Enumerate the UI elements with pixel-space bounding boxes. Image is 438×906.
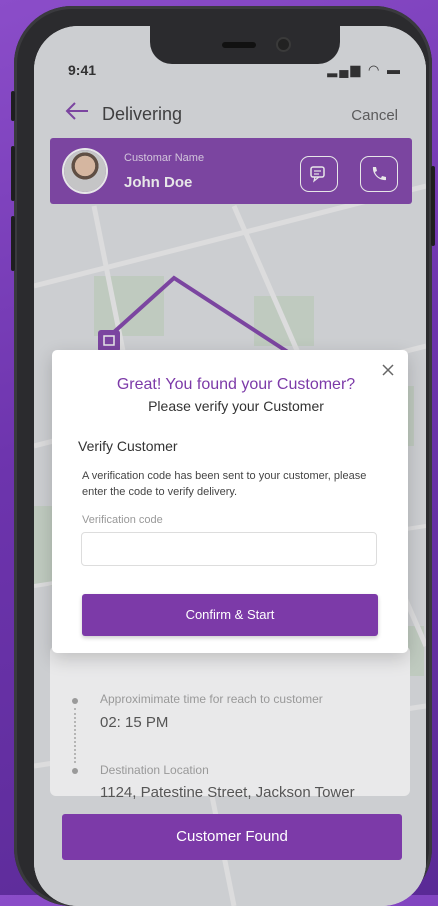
customer-found-button[interactable]: Customer Found bbox=[62, 814, 402, 860]
verify-message: A verification code has been sent to you… bbox=[82, 470, 367, 498]
front-camera bbox=[278, 39, 289, 50]
verification-code-label: Verification code bbox=[82, 514, 163, 526]
verify-section-title: Verify Customer bbox=[78, 438, 178, 454]
phone-side-button bbox=[11, 91, 15, 121]
phone-side-button bbox=[431, 166, 435, 246]
modal-subtitle: Please verify your Customer bbox=[148, 398, 324, 414]
eta-value: 02: 15 PM bbox=[100, 714, 169, 731]
speaker-grill bbox=[222, 42, 256, 48]
eta-label: Approximimate time for reach to customer bbox=[100, 692, 323, 706]
phone-side-button bbox=[11, 146, 15, 201]
verify-customer-modal: Great! You found your Customer? Please v… bbox=[52, 350, 408, 653]
close-icon[interactable] bbox=[382, 364, 394, 376]
destination-label: Destination Location bbox=[100, 763, 209, 777]
verification-code-input[interactable] bbox=[81, 532, 377, 566]
phone-notch bbox=[150, 26, 340, 64]
phone-side-button bbox=[11, 216, 15, 271]
modal-title: Great! You found your Customer? bbox=[116, 376, 356, 393]
timeline-line bbox=[74, 708, 78, 763]
timeline-dot bbox=[72, 768, 78, 774]
confirm-start-button[interactable]: Confirm & Start bbox=[82, 594, 378, 636]
delivery-details-card: Approximimate time for reach to customer… bbox=[50, 646, 410, 801]
timeline-dot bbox=[72, 698, 78, 704]
destination-value: 1124, Patestine Street, Jackson Tower bbox=[100, 784, 355, 801]
